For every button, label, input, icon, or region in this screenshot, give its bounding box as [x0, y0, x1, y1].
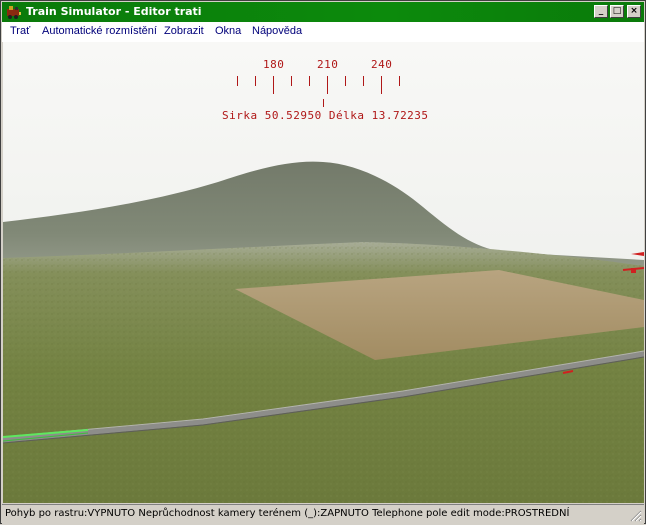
main-window: Train Simulator - Editor trati _ □ × Tra… — [0, 0, 646, 524]
compass-tick — [363, 76, 364, 86]
menu-bar: Trať Automatické rozmístění Zobrazit Okn… — [2, 22, 644, 42]
status-text: Pohyb po rastru:VYPNUTO Neprůchodnost ka… — [5, 508, 570, 519]
menu-automaticke-rozmisteni[interactable]: Automatické rozmístění — [42, 25, 157, 37]
compass-tick — [381, 76, 382, 94]
compass-tick — [309, 76, 310, 86]
train-app-icon[interactable] — [6, 4, 22, 20]
coordinates-readout: Sirka 50.52950 Délka 13.72235 — [222, 109, 429, 122]
compass-label-240: 240 — [371, 58, 393, 71]
menu-trat[interactable]: Trať — [10, 25, 30, 37]
3d-terrain-viewport[interactable]: 180 210 240 Sirka 50.52950 Délka 13.7223… — [3, 42, 644, 503]
menu-okna[interactable]: Okna — [215, 25, 241, 37]
compass-label-180: 180 — [263, 58, 285, 71]
compass-tick — [255, 76, 256, 86]
menu-zobrazit[interactable]: Zobrazit — [164, 25, 204, 37]
compass-tick — [399, 76, 400, 86]
compass-tick — [273, 76, 274, 94]
close-button[interactable]: × — [627, 5, 641, 18]
resize-grip-icon[interactable] — [630, 510, 642, 522]
title-bar[interactable]: Train Simulator - Editor trati _ □ × — [2, 2, 644, 22]
compass-tick — [327, 76, 328, 94]
window-title: Train Simulator - Editor trati — [26, 5, 202, 18]
compass-tick — [237, 76, 238, 86]
compass-hud: 180 210 240 Sirka 50.52950 Délka 13.7223… — [3, 42, 644, 142]
menu-napoveda[interactable]: Nápověda — [252, 25, 302, 37]
status-bar: Pohyb po rastru:VYPNUTO Neprůchodnost ka… — [2, 504, 644, 524]
compass-tick — [291, 76, 292, 86]
minimize-button[interactable]: _ — [594, 5, 608, 18]
compass-label-210: 210 — [317, 58, 339, 71]
compass-tick — [345, 76, 346, 86]
heading-indicator — [323, 99, 324, 107]
maximize-button[interactable]: □ — [610, 5, 624, 18]
